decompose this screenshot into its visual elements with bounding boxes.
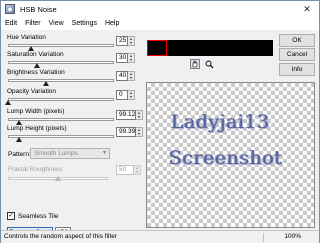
menu-view[interactable]: View [45,20,68,27]
chevron-down-icon: ▼ [102,150,107,156]
spin-down-icon: ▼ [129,75,133,80]
magnifier-icon[interactable] [204,59,214,69]
ok-button[interactable]: OK [279,34,315,47]
hsb-noise-window: ◆ HSB Noise ✕ Edit Filter View Settings … [0,0,320,243]
title-bar: ◆ HSB Noise ✕ [1,1,319,17]
parameter-slider[interactable] [8,61,114,64]
spin-down-icon: ▼ [129,40,133,45]
menu-help[interactable]: Help [101,20,123,27]
parameter-slider-thumb[interactable] [16,137,22,142]
parameter-slider[interactable] [8,44,114,47]
window-close-button[interactable]: ✕ [295,1,319,17]
fractal-roughness-thumb[interactable] [55,176,61,181]
pattern-select[interactable]: Smooth Lumps ▼ [30,148,110,159]
info-button[interactable]: Info [279,63,315,76]
spin-down-icon: ▼ [129,57,133,62]
parameter-spinner[interactable]: ▲ ▼ [128,71,135,81]
preview-text-line2: Screenshot [169,147,283,169]
window-title: HSB Noise [20,4,57,14]
parameter-spinner[interactable]: ▲ ▼ [136,110,143,120]
status-bar: Controls the random aspect of this filte… [1,230,319,243]
fractal-roughness-label: Fractal Roughness [8,166,63,173]
parameter-spinner[interactable]: ▲ ▼ [128,36,135,46]
seamless-tile-label: Seamless Tile [18,213,59,220]
hand-icon[interactable] [190,59,200,69]
cancel-button[interactable]: Cancel [279,48,315,61]
selected-color-swatch[interactable] [147,40,167,56]
seamless-tile-checkbox[interactable]: ✓ [7,212,15,220]
parameter-slider[interactable] [8,118,114,121]
parameter-value-field[interactable]: 30 [116,53,128,63]
parameter-value-field[interactable]: 25 [116,36,128,46]
parameter-label: Lump Width (pixels) [7,108,65,115]
parameter-label: Hue Variation [7,34,46,41]
pattern-label: Pattern: [8,151,31,158]
parameter-slider-thumb[interactable] [5,100,11,105]
spin-down-icon: ▼ [137,131,141,136]
preview-canvas[interactable]: Ladyjai13 Screenshot [146,82,315,228]
parameter-spinner[interactable]: ▲ ▼ [136,127,143,137]
parameter-spinner[interactable]: ▲ ▼ [128,53,135,63]
parameter-value-field[interactable]: 99.39 [116,127,136,137]
parameter-slider[interactable] [8,135,114,138]
parameter-value-field[interactable]: 99.12 [116,110,136,120]
parameter-slider-thumb[interactable] [43,81,49,86]
controls-panel: Hue Variation 25 ▲ ▼ Saturation Variation 30 ▲… [1,30,143,238]
status-text: Controls the random aspect of this filte… [4,233,118,240]
parameter-label: Lump Height (pixels) [7,125,67,132]
menu-bar: Edit Filter View Settings Help [1,17,319,30]
parameter-label: Brightness Variation [7,69,65,76]
parameter-value-field[interactable]: 0 [116,90,128,100]
fractal-roughness-spinner[interactable]: ▲ ▼ [134,165,141,175]
status-divider [263,233,264,242]
menu-filter[interactable]: Filter [21,20,45,27]
zoom-level: 100% [284,233,301,240]
preview-text-line1: Ladyjai13 [171,111,270,133]
spin-down-icon: ▼ [137,114,141,119]
menu-edit[interactable]: Edit [1,20,21,27]
parameter-slider-thumb[interactable] [34,63,40,68]
menu-settings[interactable]: Settings [68,20,101,27]
parameter-label: Saturation Variation [7,51,64,58]
parameter-slider[interactable] [8,79,114,82]
parameter-spinner[interactable]: ▲ ▼ [128,90,135,100]
parameter-slider[interactable] [8,98,114,101]
parameter-value-field[interactable]: 40 [116,71,128,81]
spin-down-icon: ▼ [129,94,133,99]
fractal-roughness-field[interactable]: 50 [116,165,134,175]
app-icon: ◆ [5,4,15,14]
parameter-label: Opacity Variation [7,88,57,95]
pattern-value: Smooth Lumps [34,150,78,157]
